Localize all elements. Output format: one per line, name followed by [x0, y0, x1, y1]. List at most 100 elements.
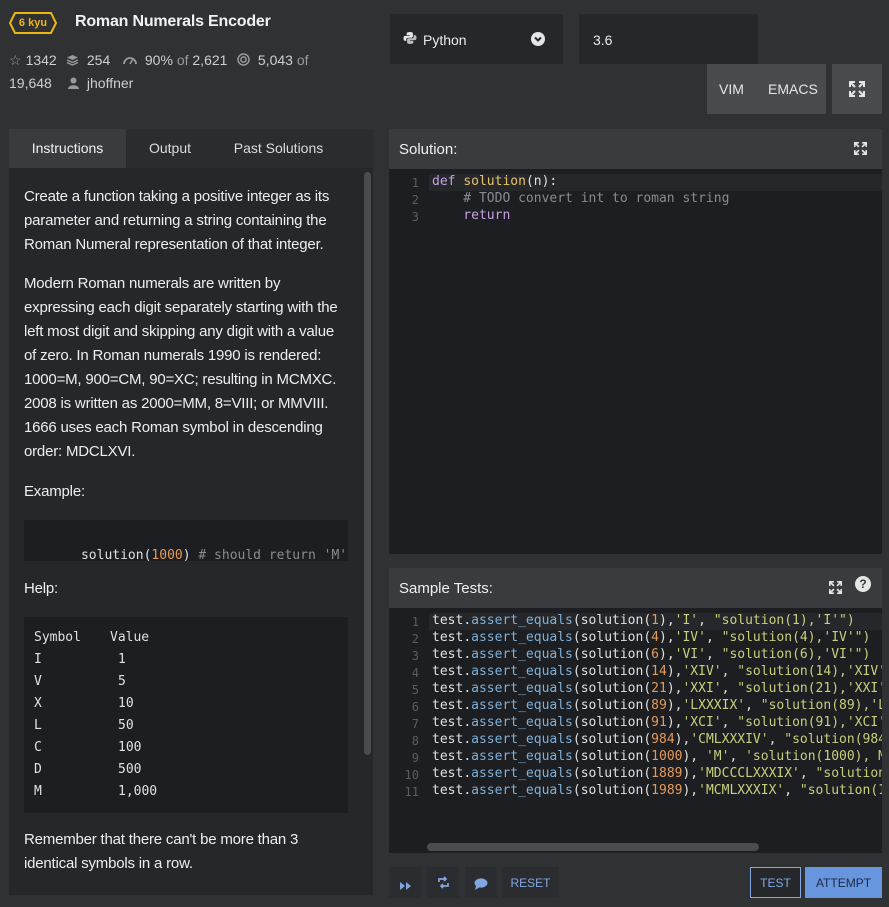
tests-editor[interactable]: 1 test.assert_equals(solution(1),'I', "so…: [389, 608, 882, 853]
code-token: ): [182, 548, 191, 563]
reset-button[interactable]: RESET: [502, 867, 559, 898]
code-token: 1000: [151, 548, 183, 563]
gauge-icon: [123, 52, 141, 68]
line-number: 1: [411, 176, 419, 190]
code-token: solution: [80, 548, 144, 563]
kyu-badge: 6 kyu: [9, 12, 57, 34]
solution-editor[interactable]: 1 def solution(n): 2 # TODO convert int …: [389, 169, 882, 554]
help-heading: Help:: [24, 580, 59, 597]
test-code-line: test.assert_equals(solution(1889),'MDCCC…: [432, 766, 882, 781]
line-number: 6: [411, 700, 419, 714]
table-row: 100: [118, 740, 142, 755]
expand-icon[interactable]: [829, 581, 842, 599]
python-icon: [403, 31, 417, 50]
test-code-line: test.assert_equals(solution(1000), 'M', …: [432, 749, 882, 764]
tab-output[interactable]: Output: [126, 129, 214, 168]
description-paragraph: Create a function taking a positive inte…: [24, 188, 330, 253]
sample-tests-panel: Sample Tests: ? 1 test.assert_equals(solu…: [389, 568, 882, 853]
star-icon: ☆: [9, 52, 22, 68]
example-heading: Example:: [24, 483, 85, 500]
expand-icon[interactable]: [854, 142, 867, 160]
line-number: 1: [411, 615, 419, 629]
expand-icon: [849, 81, 865, 102]
table-row: 50: [118, 718, 134, 733]
fast-forward-icon: [399, 878, 412, 896]
line-number: 7: [411, 717, 419, 731]
example-code-block: solution(1000) # should return 'M': [24, 520, 348, 563]
code-line: # TODO convert int to roman string: [432, 191, 730, 206]
line-number: 3: [411, 210, 419, 224]
collections-stat[interactable]: 254: [66, 52, 110, 68]
code-line: return: [432, 208, 511, 223]
refresh-button[interactable]: [427, 867, 459, 898]
discuss-button[interactable]: [465, 867, 497, 898]
user-icon: [68, 75, 83, 91]
line-number: 10: [404, 768, 419, 782]
instructions-panel: Create a function taking a positive inte…: [9, 168, 373, 895]
fullscreen-button[interactable]: [832, 64, 882, 114]
line-number: 9: [411, 751, 419, 765]
code-comment: # should return 'M': [190, 548, 348, 563]
line-number: 11: [404, 785, 419, 799]
solution-title: Solution:: [399, 141, 458, 158]
skip-button[interactable]: [389, 867, 421, 898]
solution-header: Solution:: [389, 129, 882, 169]
chevron-down-icon: [531, 32, 545, 46]
emacs-button[interactable]: EMACS: [768, 81, 818, 97]
test-code-line: test.assert_equals(solution(91),'XCI', "…: [432, 715, 882, 730]
tests-title: Sample Tests:: [399, 580, 493, 597]
author-link[interactable]: jhoffner: [68, 75, 133, 91]
table-row: X: [34, 696, 42, 711]
line-number: 4: [411, 666, 419, 680]
test-code-line: test.assert_equals(solution(14),'XIV', "…: [432, 664, 882, 679]
test-code-line: test.assert_equals(solution(984),'CMLXXX…: [432, 732, 882, 747]
code-line: def solution(n):: [432, 174, 558, 189]
tests-header: Sample Tests: ?: [389, 568, 882, 608]
stars-stat[interactable]: ☆ 1342: [9, 52, 57, 69]
test-code-line: test.assert_equals(solution(1989),'MCMLX…: [432, 783, 882, 798]
solution-panel: Solution: 1 def solution(n): 2 # TODO co…: [389, 129, 882, 554]
line-number: 8: [411, 734, 419, 748]
scrollbar-thumb[interactable]: [364, 172, 371, 755]
table-header: Symbol: [34, 630, 81, 645]
stack-icon: [66, 52, 83, 68]
test-code-line: test.assert_equals(solution(6),'VI', "so…: [432, 647, 871, 662]
horizontal-scrollbar[interactable]: [427, 843, 759, 851]
tab-bar: Instructions Output Past Solutions: [9, 129, 373, 168]
language-label: Python: [423, 32, 467, 48]
help-icon[interactable]: ?: [855, 576, 871, 592]
line-number: 5: [411, 683, 419, 697]
table-row: 5: [118, 674, 126, 689]
tab-past-solutions[interactable]: Past Solutions: [214, 129, 343, 168]
editor-mode-group: VIM EMACS: [707, 64, 826, 114]
tab-instructions[interactable]: Instructions: [9, 129, 126, 168]
test-code-line: test.assert_equals(solution(4),'IV', "so…: [432, 630, 871, 645]
vim-button[interactable]: VIM: [719, 81, 744, 97]
table-row: L: [34, 718, 42, 733]
completed-stat: 5,043 of: [237, 52, 309, 68]
target-icon: [237, 52, 254, 68]
test-code-line: test.assert_equals(solution(89),'LXXXIX'…: [432, 698, 882, 713]
description-paragraph: Modern Roman numerals are written by exp…: [24, 275, 338, 460]
version-label: 3.6: [593, 32, 613, 48]
attempt-button[interactable]: ATTEMPT: [805, 867, 882, 898]
line-number: 2: [411, 632, 419, 646]
table-row: V: [34, 674, 42, 689]
table-row: 10: [118, 696, 134, 711]
table-header: Value: [110, 630, 150, 645]
description-paragraph: Remember that there can't be more than 3…: [24, 831, 299, 872]
table-row: 500: [118, 762, 142, 777]
test-code-line: test.assert_equals(solution(21),'XXI', "…: [432, 681, 882, 696]
line-number: 2: [411, 193, 419, 207]
table-row: D: [34, 762, 42, 777]
table-row: 1,000: [118, 784, 158, 799]
language-select[interactable]: Python: [390, 14, 563, 64]
satisfaction-stat: 90% of 2,621: [123, 52, 227, 68]
symbol-table: Symbol Value I 1 V 5 X 10 L 50 C 100 D 5…: [24, 617, 348, 813]
table-row: C: [34, 740, 42, 755]
test-button[interactable]: TEST: [750, 867, 801, 898]
refresh-icon: [437, 876, 450, 894]
table-row: I: [34, 652, 42, 667]
table-row: M: [34, 784, 42, 799]
version-select[interactable]: 3.6: [579, 14, 758, 64]
